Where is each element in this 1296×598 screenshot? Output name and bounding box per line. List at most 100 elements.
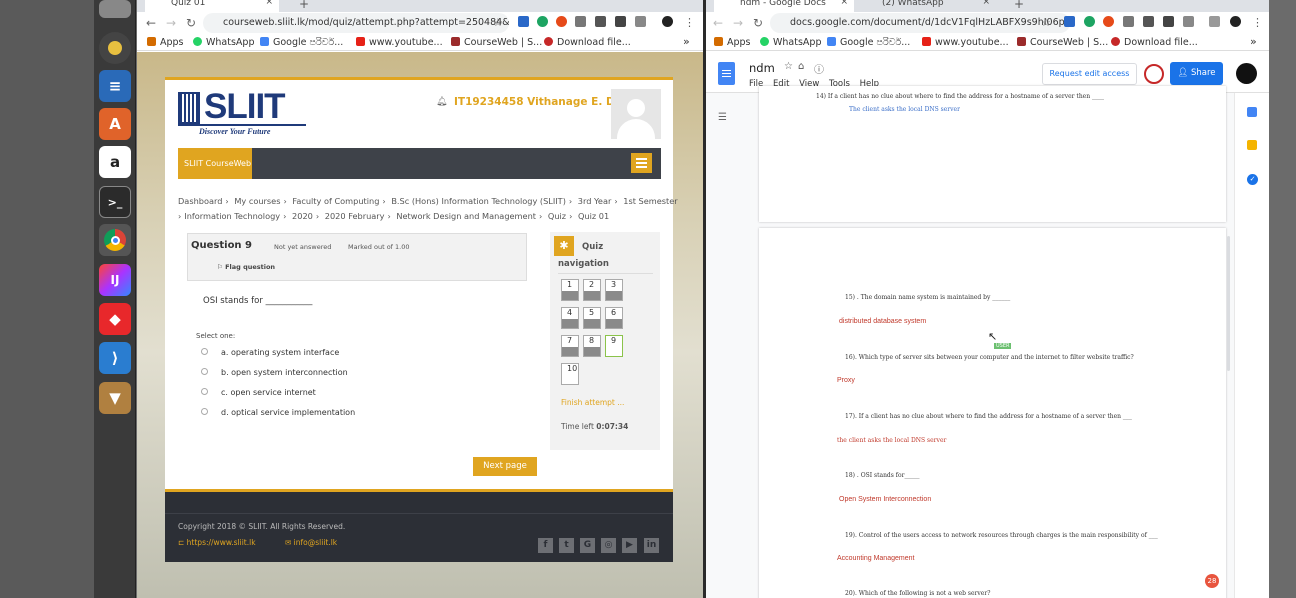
back-icon[interactable]: ← <box>141 16 161 30</box>
answer-option[interactable]: d. optical service implementation <box>201 408 355 417</box>
answer-option[interactable]: c. open service internet <box>201 388 316 397</box>
bookmark-apps[interactable]: Apps <box>147 37 184 48</box>
extension-icon[interactable] <box>1084 16 1095 27</box>
info-icon[interactable]: ⓘ <box>814 61 824 76</box>
address-bar[interactable]: courseweb.sliit.lk/mod/quiz/attempt.php?… <box>203 13 509 33</box>
reload-icon[interactable]: ↻ <box>181 16 201 30</box>
bookmark-youtube[interactable]: www.youtube... <box>356 37 443 48</box>
quiz-nav-button-current[interactable]: 9 <box>605 335 623 357</box>
star-icon[interactable]: ☆ <box>784 61 793 72</box>
profile-avatar[interactable] <box>662 16 673 27</box>
email-link[interactable]: ✉ info@sliit.lk <box>285 538 337 547</box>
twitter-icon[interactable]: t <box>559 538 574 553</box>
tab-google-docs[interactable]: ndm - Google Docs × <box>714 0 854 12</box>
close-tab-icon[interactable]: × <box>840 0 848 7</box>
bookmark-youtube[interactable]: www.youtube... <box>922 37 1009 48</box>
doc-title[interactable]: ndm <box>749 61 775 75</box>
close-tab-icon[interactable]: × <box>982 0 990 7</box>
extension-icon[interactable] <box>1123 16 1134 27</box>
quiz-nav-button[interactable]: 1 <box>561 279 579 301</box>
intellij-icon[interactable]: IJ <box>99 264 131 296</box>
extension-icon[interactable] <box>1103 16 1114 27</box>
quiz-nav-button[interactable]: 7 <box>561 335 579 357</box>
new-tab-icon[interactable]: + <box>1014 0 1024 11</box>
amazon-icon[interactable]: a <box>99 146 131 178</box>
bookmark-download[interactable]: Download file... <box>544 37 631 48</box>
calendar-icon[interactable] <box>1247 107 1257 117</box>
breadcrumb-item[interactable]: 2020 February <box>325 211 385 221</box>
request-edit-access-button[interactable]: Request edit access <box>1042 63 1137 85</box>
radio-button[interactable] <box>201 348 208 355</box>
vscode-icon[interactable]: ⟩ <box>99 342 131 374</box>
chrome-icon[interactable] <box>99 224 131 256</box>
next-page-button[interactable]: Next page <box>473 457 537 476</box>
breadcrumb-item[interactable]: B.Sc (Hons) Information Technology (SLII… <box>391 196 566 206</box>
bookmarks-overflow-icon[interactable]: » <box>1250 35 1257 48</box>
user-avatar[interactable] <box>611 89 661 139</box>
answer-option[interactable]: a. operating system interface <box>201 348 339 357</box>
youtube-icon[interactable]: ▶ <box>622 538 637 553</box>
breadcrumb-item[interactable]: 2020 <box>292 211 313 221</box>
breadcrumb-item[interactable]: Information Technology <box>184 211 280 221</box>
breadcrumb-item[interactable]: My courses <box>234 196 280 206</box>
bookmark-download[interactable]: Download file... <box>1111 37 1198 48</box>
profile-avatar[interactable] <box>1230 16 1241 27</box>
google-docs-logo-icon[interactable] <box>718 62 735 85</box>
bookmark-courseweb[interactable]: CourseWeb | S... <box>1017 37 1108 48</box>
star-icon[interactable]: ☆ <box>1041 16 1051 29</box>
keep-icon[interactable] <box>1247 140 1257 150</box>
reload-icon[interactable]: ↻ <box>748 16 768 30</box>
breadcrumb-item[interactable]: Faculty of Computing <box>292 196 379 206</box>
collaborator-avatar[interactable] <box>1144 64 1164 84</box>
google-plus-icon[interactable]: G <box>580 538 595 553</box>
breadcrumb-item[interactable]: Dashboard <box>178 196 222 206</box>
tab-quiz[interactable]: Quiz 01 × <box>145 0 279 12</box>
extension-icon[interactable] <box>1163 16 1174 27</box>
account-avatar[interactable] <box>1236 63 1257 84</box>
new-tab-icon[interactable]: + <box>299 0 309 11</box>
extension-icon[interactable] <box>615 16 626 27</box>
extension-icon[interactable] <box>1143 16 1154 27</box>
close-tab-icon[interactable]: × <box>265 0 273 7</box>
breadcrumb-item[interactable]: Network Design and Management <box>396 211 536 221</box>
extension-icon[interactable] <box>1064 16 1075 27</box>
finish-attempt-link[interactable]: Finish attempt ... <box>561 398 624 407</box>
site-name-link[interactable]: SLIIT CourseWeb <box>178 148 252 179</box>
tasks-icon[interactable]: ✓ <box>1247 174 1258 185</box>
bell-icon[interactable]: 🔔︎ <box>436 97 447 107</box>
quiz-nav-button[interactable]: 8 <box>583 335 601 357</box>
outline-icon[interactable]: ☰ <box>718 112 727 123</box>
writer-icon[interactable]: ≡ <box>99 70 131 102</box>
bookmark-whatsapp[interactable]: WhatsApp <box>193 37 254 48</box>
radio-button[interactable] <box>201 368 208 375</box>
move-folder-icon[interactable]: ⌂ <box>798 61 804 72</box>
terminal-icon[interactable]: >_ <box>99 186 131 218</box>
answer-option[interactable]: b. open system interconnection <box>201 368 348 377</box>
website-link[interactable]: ⊏ https://www.sliit.lk <box>178 538 256 547</box>
download-icon[interactable] <box>635 16 646 27</box>
quiz-nav-button[interactable]: 6 <box>605 307 623 329</box>
menu-icon[interactable]: ⋮ <box>1252 16 1263 29</box>
tab-whatsapp[interactable]: (2) WhatsApp × <box>856 0 996 12</box>
extension-icon[interactable] <box>537 16 548 27</box>
download-icon[interactable] <box>1183 16 1194 27</box>
extension-icon[interactable] <box>595 16 606 27</box>
quiz-nav-button[interactable]: 2 <box>583 279 601 301</box>
software-center-icon[interactable]: A <box>99 108 131 140</box>
user-menu[interactable]: IT19234458 Vithanage E. D.˅ <box>454 96 624 108</box>
back-icon[interactable]: ← <box>708 16 728 30</box>
bookmark-google-translate[interactable]: Google පරිවර්... <box>827 37 910 48</box>
menu-icon[interactable]: ⋮ <box>684 16 695 29</box>
extension-icon[interactable] <box>1209 16 1220 27</box>
quiz-nav-button[interactable]: 4 <box>561 307 579 329</box>
files-icon[interactable] <box>99 0 131 18</box>
quiz-nav-button[interactable]: 5 <box>583 307 601 329</box>
forward-icon[interactable]: → <box>728 16 748 30</box>
address-bar[interactable]: docs.google.com/document/d/1dcV1FqlHzLAB… <box>770 13 1070 33</box>
archive-icon[interactable]: ▼ <box>99 382 131 414</box>
rhythmbox-icon[interactable] <box>99 32 131 64</box>
bookmark-courseweb[interactable]: CourseWeb | S... <box>451 37 542 48</box>
instagram-icon[interactable]: ◎ <box>601 538 616 553</box>
extension-icon[interactable] <box>575 16 586 27</box>
extension-icon[interactable] <box>556 16 567 27</box>
